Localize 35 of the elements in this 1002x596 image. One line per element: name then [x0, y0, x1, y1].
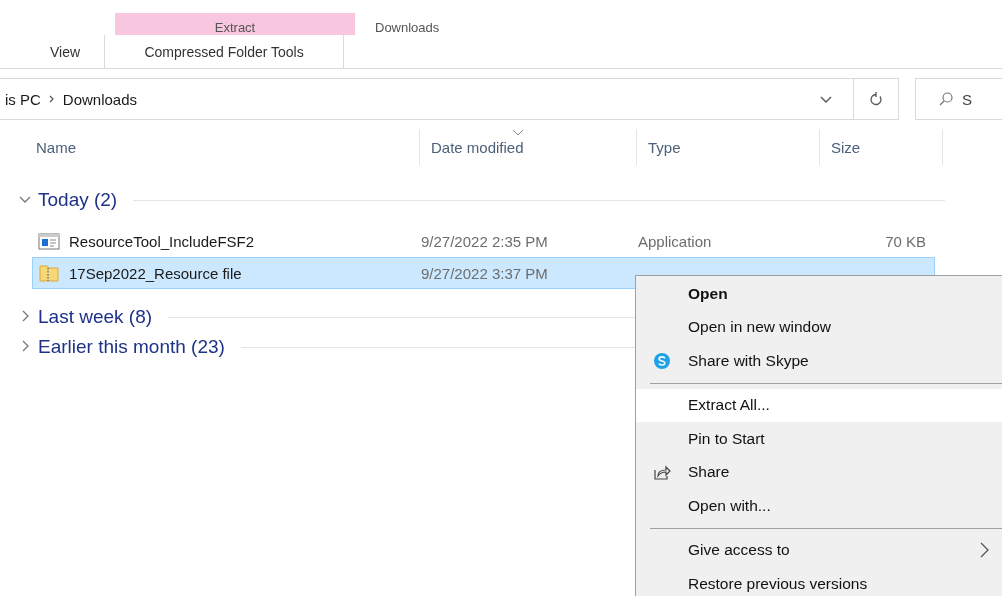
date-cell-text: 9/27/2022 3:37 PM — [421, 264, 549, 282]
menu-item[interactable]: Open in new window — [636, 310, 1002, 344]
size-cell-text: 70 KB — [884, 232, 927, 250]
breadcrumb[interactable]: Downloads — [56, 90, 144, 108]
group-header[interactable]: Last week (8) — [38, 306, 153, 328]
window-title: Downloads — [375, 21, 440, 35]
group-header[interactable]: Today (2) — [38, 189, 118, 211]
menu-item[interactable]: Share with Skype — [636, 344, 1002, 378]
search-field[interactable]: S — [962, 90, 1002, 108]
group-header[interactable]: Earlier this month (23) — [38, 336, 225, 358]
ribbon-tab[interactable]: Compressed Folder Tools — [104, 35, 345, 68]
dropdown-chevron-icon[interactable] — [819, 94, 833, 104]
column-header[interactable]: Date modified — [420, 129, 637, 165]
menu-item[interactable]: Open with... — [636, 489, 1002, 523]
skype-icon — [652, 350, 672, 371]
menu-item[interactable]: Give access to — [636, 533, 1002, 567]
menu-item[interactable]: Restore previous versions — [636, 567, 1002, 596]
refresh-icon — [868, 91, 884, 107]
column-header[interactable]: Type — [637, 129, 820, 165]
file-name: ResourceTool_IncludeFSF2 — [69, 232, 255, 250]
type-cell-text: Application — [638, 232, 713, 250]
sort-caret-icon — [512, 129, 524, 136]
search-icon — [938, 91, 954, 107]
date-cell-text: 9/27/2022 2:35 PM — [421, 232, 549, 250]
menu-item[interactable]: Pin to Start — [636, 422, 1002, 456]
address-bar[interactable]: is PC Downloads — [0, 78, 899, 120]
file-row[interactable]: ResourceTool_IncludeFSF2 9/27/2022 2:35 PM Application 70 KB — [32, 225, 935, 257]
column-header[interactable]: Name — [0, 129, 420, 165]
menu-item[interactable]: Extract All... — [636, 388, 1002, 422]
column-header[interactable]: Size — [820, 129, 943, 165]
breadcrumb[interactable]: is PC — [0, 90, 47, 108]
ribbon-tab[interactable]: View — [36, 35, 95, 68]
file-name: 17Sep2022_Resource file — [69, 264, 242, 282]
contextual-tab-header: Extract — [115, 13, 355, 35]
menu-item[interactable]: Share — [636, 455, 1002, 489]
